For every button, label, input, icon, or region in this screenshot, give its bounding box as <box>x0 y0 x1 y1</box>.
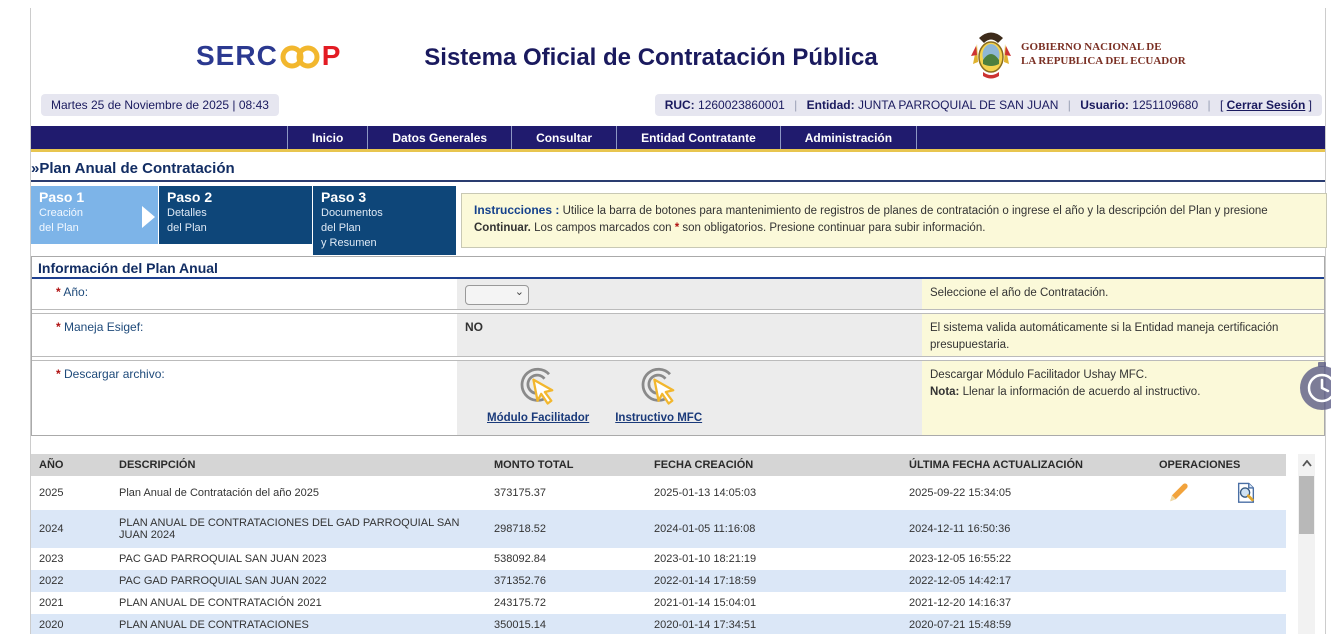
gov-line-1: GOBIERNO NACIONAL DE <box>1021 41 1186 55</box>
instructions-box: Instrucciones : Utilice la barra de boto… <box>461 193 1327 248</box>
government-text: GOBIERNO NACIONAL DE LA REPUBLICA DEL EC… <box>1021 41 1186 69</box>
gov-line-2: LA REPUBLICA DEL ECUADOR <box>1021 55 1186 69</box>
step-2-detalles[interactable]: Paso 2 Detalles del Plan <box>159 186 312 244</box>
esigef-label: * Maneja Esigef: <box>32 314 457 356</box>
plan-info-section: Información del Plan Anual * Año: ⌄ Sele… <box>31 256 1325 436</box>
nav-item-datos-generales[interactable]: Datos Generales <box>367 126 511 149</box>
nav-item-administracion[interactable]: Administración <box>780 126 917 149</box>
main-nav: Inicio Datos Generales Consultar Entidad… <box>31 126 1325 152</box>
nav-item-entidad-contratante[interactable]: Entidad Contratante <box>616 126 780 149</box>
esigef-value: NO <box>465 320 483 334</box>
stopwatch-widget[interactable] <box>1297 360 1331 412</box>
logout-wrapper: [ Cerrar Sesión ] <box>1220 98 1312 112</box>
table-row-2020: 2020 PLAN ANUAL DE CONTRATACIONES 350015… <box>31 614 1286 634</box>
content-frame: SERC P Sistema Oficial de Contratación P… <box>30 8 1326 634</box>
user-label: Usuario: <box>1080 98 1129 112</box>
scrollbar-thumb[interactable] <box>1299 476 1314 534</box>
table-row-2022: 2022 PAC GAD PARROQUIAL SAN JUAN 2022 37… <box>31 570 1286 592</box>
chevron-up-icon <box>1302 460 1312 467</box>
table-header-row: AÑO DESCRIPCIÓN MONTO TOTAL FECHA CREACI… <box>31 454 1286 476</box>
stopwatch-icon <box>1297 360 1331 412</box>
step-1-creacion[interactable]: Paso 1 Creación del Plan <box>31 186 158 244</box>
section-title: Información del Plan Anual <box>32 257 1324 279</box>
ruc-value: 1260023860001 <box>698 98 785 112</box>
instructivo-mfc-download[interactable]: Instructivo MFC <box>615 365 702 424</box>
form-row-esigef: * Maneja Esigef: NO El sistema valida au… <box>32 314 1324 356</box>
modulo-facilitador-download[interactable]: Módulo Facilitador <box>487 365 589 424</box>
descarga-label: * Descargar archivo: <box>32 361 457 435</box>
logout-link[interactable]: Cerrar Sesión <box>1227 98 1306 112</box>
sercop-logo-text-blue: SERC <box>196 40 278 72</box>
masthead: SERC P Sistema Oficial de Contratación P… <box>31 18 1325 92</box>
sercop-logo: SERC P <box>196 40 341 72</box>
app-title: Sistema Oficial de Contratación Pública <box>371 44 931 72</box>
descarga-hint: Descargar Módulo Facilitador Ushay MFC. … <box>922 361 1324 435</box>
datetime-badge: Martes 25 de Noviembre de 2025 | 08:43 <box>41 94 279 116</box>
modulo-facilitador-link[interactable]: Módulo Facilitador <box>487 412 589 424</box>
esigef-hint: El sistema valida automáticamente si la … <box>922 314 1324 356</box>
instructivo-mfc-link[interactable]: Instructivo MFC <box>615 412 702 424</box>
step-arrow-icon <box>142 206 155 228</box>
nav-item-consultar[interactable]: Consultar <box>511 126 616 149</box>
steps-row: Paso 1 Creación del Plan Paso 2 Detalles… <box>31 186 1325 256</box>
nav-item-inicio[interactable]: Inicio <box>287 126 367 149</box>
pencil-icon <box>1167 482 1189 504</box>
form-row-ano: * Año: ⌄ Seleccione el año de Contrataci… <box>32 279 1324 309</box>
ano-hint: Seleccione el año de Contratación. <box>922 279 1324 309</box>
click-download-icon <box>516 365 560 409</box>
session-info-badge: RUC: 1260023860001 | Entidad: JUNTA PARR… <box>655 94 1322 116</box>
entity-value: JUNTA PARROQUIAL DE SAN JUAN <box>858 98 1058 112</box>
entity-label: Entidad: <box>807 98 855 112</box>
step-3-documentos[interactable]: Paso 3 Documentos del Plan y Resumen <box>313 186 456 255</box>
table-row-2024: 2024 PLAN ANUAL DE CONTRATACIONES DEL GA… <box>31 510 1286 548</box>
click-download-icon <box>637 365 681 409</box>
col-creacion: FECHA CREACIÓN <box>646 454 901 476</box>
table-scrollbar[interactable] <box>1298 454 1315 634</box>
form-row-descarga: * Descargar archivo: Módulo Facilitador <box>32 361 1324 435</box>
sercop-infinity-icon <box>277 42 323 70</box>
table-row-2025: 2025 Plan Anual de Contratación del año … <box>31 476 1286 510</box>
document-search-icon <box>1235 482 1257 504</box>
table-row-2023: 2023 PAC GAD PARROQUIAL SAN JUAN 2023 53… <box>31 548 1286 570</box>
preview-plan-button[interactable] <box>1235 482 1257 504</box>
year-select[interactable] <box>465 285 529 305</box>
col-actualizacion: ÚLTIMA FECHA ACTUALIZACIÓN <box>901 454 1151 476</box>
scroll-up-button[interactable] <box>1298 454 1315 472</box>
ruc-label: RUC: <box>665 98 695 112</box>
col-monto: MONTO TOTAL <box>486 454 646 476</box>
plan-table: AÑO DESCRIPCIÓN MONTO TOTAL FECHA CREACI… <box>31 454 1286 634</box>
col-descripcion: DESCRIPCIÓN <box>111 454 486 476</box>
required-asterisk: * <box>675 222 679 234</box>
nav-items: Inicio Datos Generales Consultar Entidad… <box>287 126 1325 149</box>
instructions-label: Instrucciones : <box>474 203 559 217</box>
user-value: 1251109680 <box>1132 98 1198 112</box>
ano-label: * Año: <box>32 279 457 309</box>
breadcrumb: »Plan Anual de Contratación <box>31 160 1325 182</box>
table-row-2021: 2021 PLAN ANUAL DE CONTRATACIÓN 2021 243… <box>31 592 1286 614</box>
col-operaciones: OPERACIONES <box>1151 454 1286 476</box>
government-brand: GOBIERNO NACIONAL DE LA REPUBLICA DEL EC… <box>969 30 1186 80</box>
page: SERC P Sistema Oficial de Contratación P… <box>0 0 1331 634</box>
sercop-logo-text-red: P <box>322 40 342 72</box>
edit-plan-button[interactable] <box>1167 482 1189 504</box>
ecuador-coat-of-arms-icon <box>969 30 1013 80</box>
col-ano: AÑO <box>31 454 111 476</box>
status-row: Martes 25 de Noviembre de 2025 | 08:43 R… <box>31 94 1325 120</box>
